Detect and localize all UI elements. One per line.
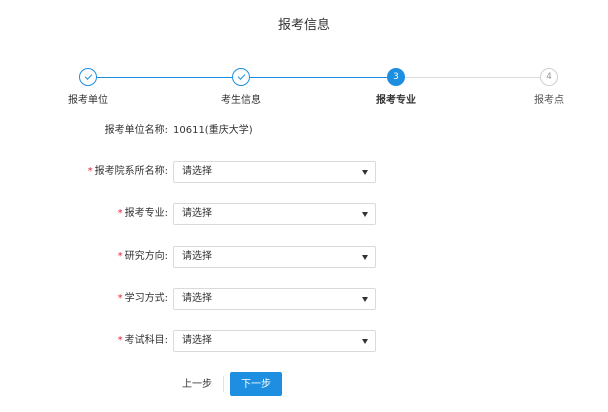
step-3-node: 3 (387, 68, 405, 86)
major-label: * 报考专业: (118, 203, 168, 225)
form-row-study-mode: * 学习方式: 请选择 (0, 288, 608, 310)
form-row-unit: 报考单位名称: 10611(重庆大学) (0, 120, 608, 142)
caret-down-icon (362, 170, 368, 175)
prev-step-button[interactable]: 上一步 (173, 372, 221, 396)
check-icon (84, 72, 92, 80)
department-label: * 报考院系所名称: (88, 161, 168, 183)
step-1-label: 报考单位 (68, 95, 108, 106)
unit-label: 报考单位名称: (105, 120, 168, 142)
study-mode-select-value: 请选择 (182, 293, 212, 304)
exam-subject-select-value: 请选择 (182, 335, 212, 346)
department-select[interactable]: 请选择 (173, 161, 376, 183)
step-3-label: 报考专业 (376, 95, 416, 106)
button-divider (223, 376, 224, 392)
page-title: 报考信息 (277, 18, 330, 33)
form-row-exam-subject: * 考试科目: 请选择 (0, 330, 608, 352)
direction-label: * 研究方向: (118, 246, 168, 268)
form-row-direction: * 研究方向: 请选择 (0, 246, 608, 268)
form-row-major: * 报考专业: 请选择 (0, 203, 608, 225)
major-label-text: 报考专业: (124, 208, 168, 219)
step-1-node (79, 68, 97, 86)
step-4-number: 4 (546, 72, 552, 82)
form-row-department: * 报考院系所名称: 请选择 (0, 161, 608, 183)
caret-down-icon (362, 212, 368, 217)
study-mode-label-text: 学习方式: (124, 293, 168, 304)
exam-subject-select[interactable]: 请选择 (173, 330, 376, 352)
required-mark: * (87, 166, 93, 177)
study-mode-select[interactable]: 请选择 (173, 288, 376, 310)
step-2-label: 考生信息 (221, 95, 261, 106)
study-mode-label: * 学习方式: (118, 288, 168, 310)
step-2-node (232, 68, 250, 86)
direction-select-value: 请选择 (182, 251, 212, 262)
department-select-value: 请选择 (182, 166, 212, 177)
step-connector-1 (97, 77, 232, 78)
caret-down-icon (362, 297, 368, 302)
major-select[interactable]: 请选择 (173, 203, 376, 225)
progress-stepper: 3 4 报考单位 考生信息 报考专业 报考点 (0, 68, 608, 108)
department-label-text: 报考院系所名称: (94, 166, 168, 177)
exam-subject-label: * 考试科目: (118, 330, 168, 352)
exam-subject-label-text: 考试科目: (124, 335, 168, 346)
caret-down-icon (362, 255, 368, 260)
direction-select[interactable]: 请选择 (173, 246, 376, 268)
required-mark: * (117, 293, 123, 304)
direction-label-text: 研究方向: (124, 251, 168, 262)
step-3-number: 3 (393, 72, 399, 82)
unit-value: 10611(重庆大学) (173, 125, 253, 136)
unit-label-text: 报考单位名称: (104, 125, 168, 136)
required-mark: * (117, 208, 123, 219)
caret-down-icon (362, 339, 368, 344)
required-mark: * (117, 335, 123, 346)
next-step-button[interactable]: 下一步 (230, 372, 282, 396)
required-mark: * (117, 251, 123, 262)
step-connector-3 (405, 77, 540, 78)
major-select-value: 请选择 (182, 208, 212, 219)
step-4-node: 4 (540, 68, 558, 86)
step-4-label: 报考点 (534, 95, 564, 106)
check-icon (237, 72, 245, 80)
step-connector-2 (250, 77, 387, 78)
